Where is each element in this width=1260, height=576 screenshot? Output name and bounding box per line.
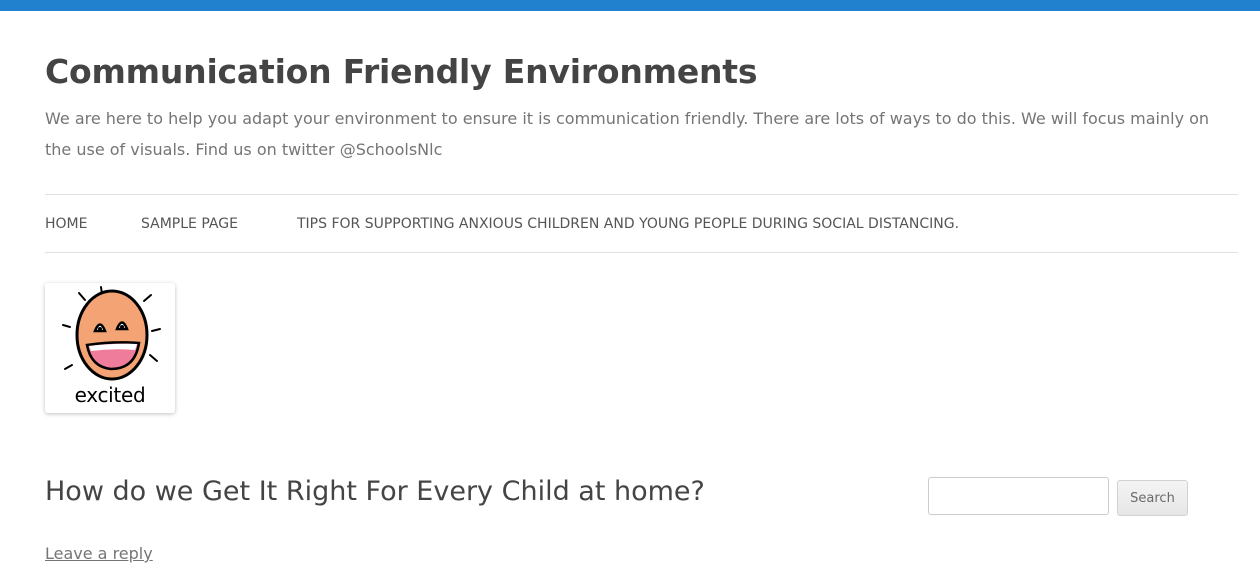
nav-item-sample-page[interactable]: Sample Page xyxy=(141,216,238,232)
site-title[interactable]: Communication Friendly Environments xyxy=(45,52,758,91)
leave-reply-link[interactable]: Leave a reply xyxy=(45,544,153,563)
header-image-excited: excited xyxy=(45,283,175,413)
site-description: We are here to help you adapt your envir… xyxy=(45,109,1210,159)
top-accent-bar xyxy=(0,0,1260,11)
search-button[interactable]: Search xyxy=(1117,480,1188,516)
main-navigation: Home Sample Page Tips for supporting anx… xyxy=(45,194,1238,253)
post-title[interactable]: How do we Get It Right For Every Child a… xyxy=(45,476,705,507)
nav-item-tips-anxious-children[interactable]: Tips for supporting anxious children and… xyxy=(297,216,959,232)
search-input[interactable] xyxy=(928,477,1109,515)
image-caption: excited xyxy=(74,383,146,407)
nav-item-home[interactable]: Home xyxy=(45,216,87,232)
